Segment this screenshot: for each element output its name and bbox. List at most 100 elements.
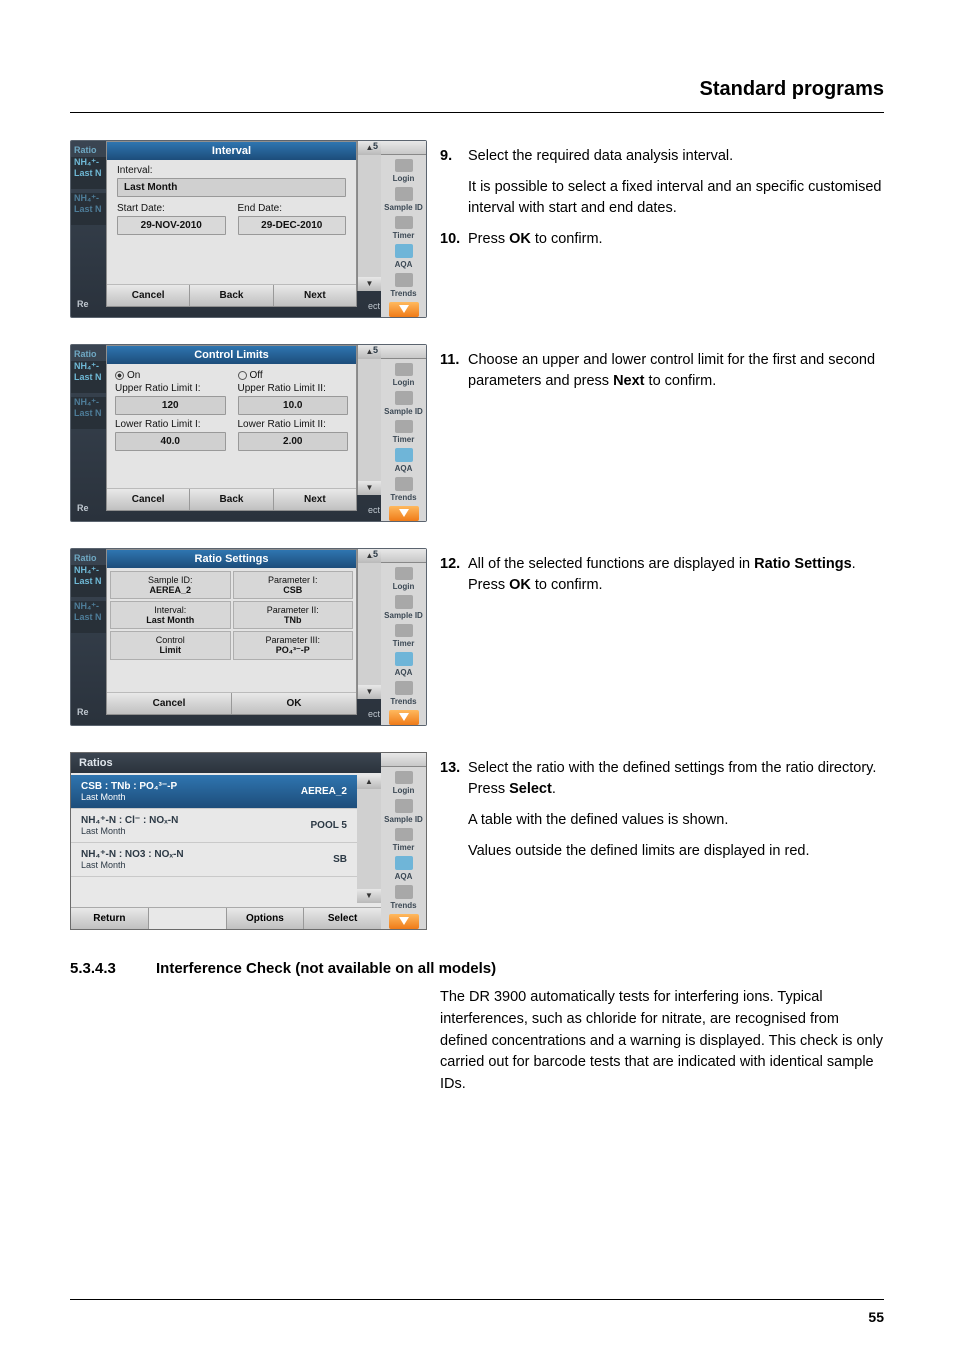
lower-1-value[interactable]: 40.0 xyxy=(115,432,226,451)
scrollbar[interactable]: ▲ _5 ▼ xyxy=(357,141,381,291)
interval-value[interactable]: Last Month xyxy=(117,178,346,197)
cancel-button[interactable]: Cancel xyxy=(107,489,190,510)
upper-2-value[interactable]: 10.0 xyxy=(238,396,349,415)
start-date-value[interactable]: 29-NOV-2010 xyxy=(117,216,226,235)
sample-id-icon[interactable] xyxy=(395,187,413,201)
login-label: Login xyxy=(393,787,415,795)
t: Parameter III: xyxy=(236,635,351,645)
timer-icon[interactable] xyxy=(395,828,413,842)
login-icon[interactable] xyxy=(395,567,413,581)
back-button[interactable]: Back xyxy=(190,489,273,510)
ok-button[interactable]: OK xyxy=(232,693,356,714)
orange-arrow-icon[interactable] xyxy=(389,506,419,522)
trends-icon[interactable] xyxy=(395,477,413,491)
trends-label: Trends xyxy=(390,698,416,706)
sample-id-icon[interactable] xyxy=(395,391,413,405)
aqa-icon[interactable] xyxy=(395,652,413,666)
rule-top xyxy=(70,112,884,113)
lsb1: NH₄⁺- xyxy=(74,601,99,611)
aqa-icon[interactable] xyxy=(395,244,413,258)
options-button[interactable]: Options xyxy=(227,908,305,929)
scroll-down-icon[interactable]: ▼ xyxy=(358,481,381,495)
radio-on[interactable] xyxy=(115,371,124,380)
rs-control-limit[interactable]: ControlLimit xyxy=(110,631,231,660)
select-button[interactable]: Select xyxy=(304,908,381,929)
v: PO₄³⁻-P xyxy=(236,645,351,656)
ratio-row[interactable]: NH₄⁺-N : Cl⁻ : NOₓ-N Last Month POOL 5 xyxy=(71,809,357,843)
t: Interval: xyxy=(113,605,228,615)
rs-interval[interactable]: Interval:Last Month xyxy=(110,601,231,629)
timer-icon[interactable] xyxy=(395,420,413,434)
row2-sub: Last Month xyxy=(81,826,178,836)
step-13-text: Select the ratio with the defined settin… xyxy=(468,758,884,800)
rs-param-1[interactable]: Parameter I:CSB xyxy=(233,571,354,599)
trends-icon[interactable] xyxy=(395,681,413,695)
upper-1-value[interactable]: 120 xyxy=(115,396,226,415)
left-strip-a-1: NH₄⁺- xyxy=(74,157,99,167)
sample-id-label: Sample ID xyxy=(384,816,423,824)
cancel-button[interactable]: Cancel xyxy=(107,285,190,306)
orange-arrow-icon[interactable] xyxy=(389,914,419,930)
scrollbar[interactable]: ▲ ▼ xyxy=(357,775,381,903)
spacer xyxy=(149,908,227,929)
right-sidebar: Login Sample ID Timer AQA Trends xyxy=(381,141,426,317)
lsa2: Last N xyxy=(74,372,102,382)
scrollbar[interactable]: ▲ _5 ▼ xyxy=(357,549,381,699)
dialog-title: Control Limits xyxy=(107,346,356,364)
scrollbar[interactable]: ▲ _5 ▼ xyxy=(357,345,381,495)
step-12-text: All of the selected functions are displa… xyxy=(468,554,884,596)
timer-icon[interactable] xyxy=(395,216,413,230)
sample-id-icon[interactable] xyxy=(395,799,413,813)
login-icon[interactable] xyxy=(395,771,413,785)
login-icon[interactable] xyxy=(395,159,413,173)
end-date-value[interactable]: 29-DEC-2010 xyxy=(238,216,347,235)
scroll-pos: _5 xyxy=(368,549,378,559)
timer-icon[interactable] xyxy=(395,624,413,638)
t: Parameter I: xyxy=(236,575,351,585)
return-button[interactable]: Return xyxy=(71,908,149,929)
right-sidebar: Login Sample ID Timer AQA Trends xyxy=(381,549,426,725)
rs-param-2[interactable]: Parameter II:TNb xyxy=(233,601,354,629)
screenshot-interval-dialog: Ratio NH₄⁺- Last N NH₄⁺- Last N Re Inter… xyxy=(70,140,427,318)
radio-off[interactable] xyxy=(238,371,247,380)
lower-2-value[interactable]: 2.00 xyxy=(238,432,349,451)
re-text: Re xyxy=(77,503,89,513)
ratio-row[interactable]: NH₄⁺-N : NO3 : NOₓ-N Last Month SB xyxy=(71,843,357,877)
aqa-icon[interactable] xyxy=(395,448,413,462)
orange-arrow-icon[interactable] xyxy=(389,710,419,726)
s11b: Next xyxy=(613,373,644,389)
off-label: Off xyxy=(250,370,263,381)
orange-arrow-icon[interactable] xyxy=(389,302,419,318)
step-13-sub1: A table with the defined values is shown… xyxy=(468,810,884,831)
trends-icon[interactable] xyxy=(395,885,413,899)
rs-param-3[interactable]: Parameter III:PO₄³⁻-P xyxy=(233,631,354,660)
rs-sample-id[interactable]: Sample ID:AEREA_2 xyxy=(110,571,231,599)
section-body: The DR 3900 automatically tests for inte… xyxy=(440,987,884,1096)
trends-icon[interactable] xyxy=(395,273,413,287)
trends-label: Trends xyxy=(390,290,416,298)
step-11-text: Choose an upper and lower control limit … xyxy=(468,350,884,392)
s12e: to confirm. xyxy=(531,577,603,593)
scroll-up-icon[interactable]: ▲ xyxy=(357,775,381,789)
next-button[interactable]: Next xyxy=(274,489,356,510)
login-icon[interactable] xyxy=(395,363,413,377)
scroll-down-icon[interactable]: ▼ xyxy=(358,277,381,291)
cancel-button[interactable]: Cancel xyxy=(107,693,232,714)
section-title: Interference Check (not available on all… xyxy=(156,960,496,977)
scroll-down-icon[interactable]: ▼ xyxy=(357,889,381,903)
next-button[interactable]: Next xyxy=(274,285,356,306)
ratio-row-selected[interactable]: CSB : TNb : PO₄³⁻-P Last Month AEREA_2 xyxy=(71,775,357,809)
aqa-icon[interactable] xyxy=(395,856,413,870)
lower-2-label: Lower Ratio Limit II: xyxy=(238,419,349,430)
back-button[interactable]: Back xyxy=(190,285,273,306)
sample-id-icon[interactable] xyxy=(395,595,413,609)
v: Last Month xyxy=(113,615,228,625)
left-strip-b-1: NH₄⁺- xyxy=(74,193,99,203)
row1-val: AEREA_2 xyxy=(301,786,347,797)
scroll-down-icon[interactable]: ▼ xyxy=(358,685,381,699)
step-9-sub: It is possible to select a fixed interva… xyxy=(468,177,884,219)
ratio-settings-dialog: Ratio Settings Sample ID:AEREA_2 Paramet… xyxy=(106,549,357,715)
step-10-text: Press OK to confirm. xyxy=(468,229,884,250)
trends-label: Trends xyxy=(390,902,416,910)
dialog-title: Interval xyxy=(107,142,356,160)
